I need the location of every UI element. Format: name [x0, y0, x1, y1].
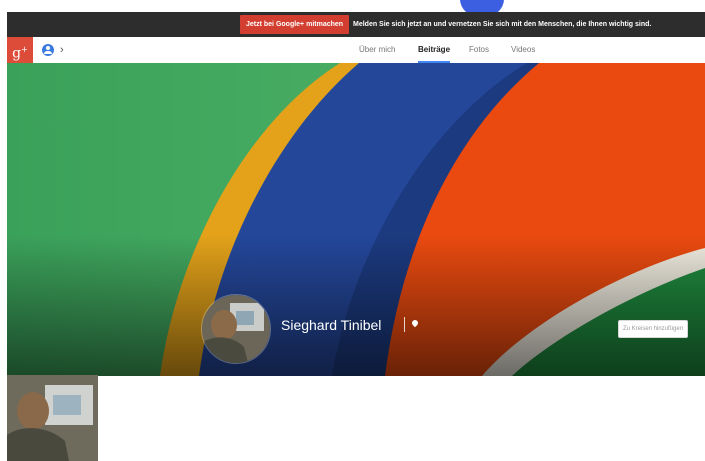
profile-name: Sieghard Tinibel	[281, 317, 382, 333]
avatar[interactable]	[201, 294, 271, 364]
tab-about[interactable]: Über mich	[359, 37, 395, 63]
chevron-right-icon[interactable]: ›	[60, 42, 64, 58]
google-plus-icon[interactable]: g+	[7, 37, 33, 63]
user-icon[interactable]	[42, 44, 54, 56]
tab-videos[interactable]: Videos	[511, 37, 535, 63]
profile-thumbnail[interactable]	[7, 375, 98, 461]
tab-posts[interactable]: Beiträge	[418, 37, 451, 63]
add-to-circles-button[interactable]: Zu Kreisen hinzufügen	[618, 320, 689, 338]
promo-message: Melden Sie sich jetzt an und vernetzen S…	[353, 21, 652, 28]
profile-nav-bar: g+ › Über mich Beiträge Fotos Videos	[7, 37, 705, 64]
join-google-plus-button[interactable]: Jetzt bei Google+ mitmachen	[240, 15, 350, 34]
tab-photos[interactable]: Fotos	[469, 37, 489, 63]
divider	[404, 317, 405, 332]
promo-bar: Jetzt bei Google+ mitmachen Melden Sie s…	[7, 12, 705, 37]
